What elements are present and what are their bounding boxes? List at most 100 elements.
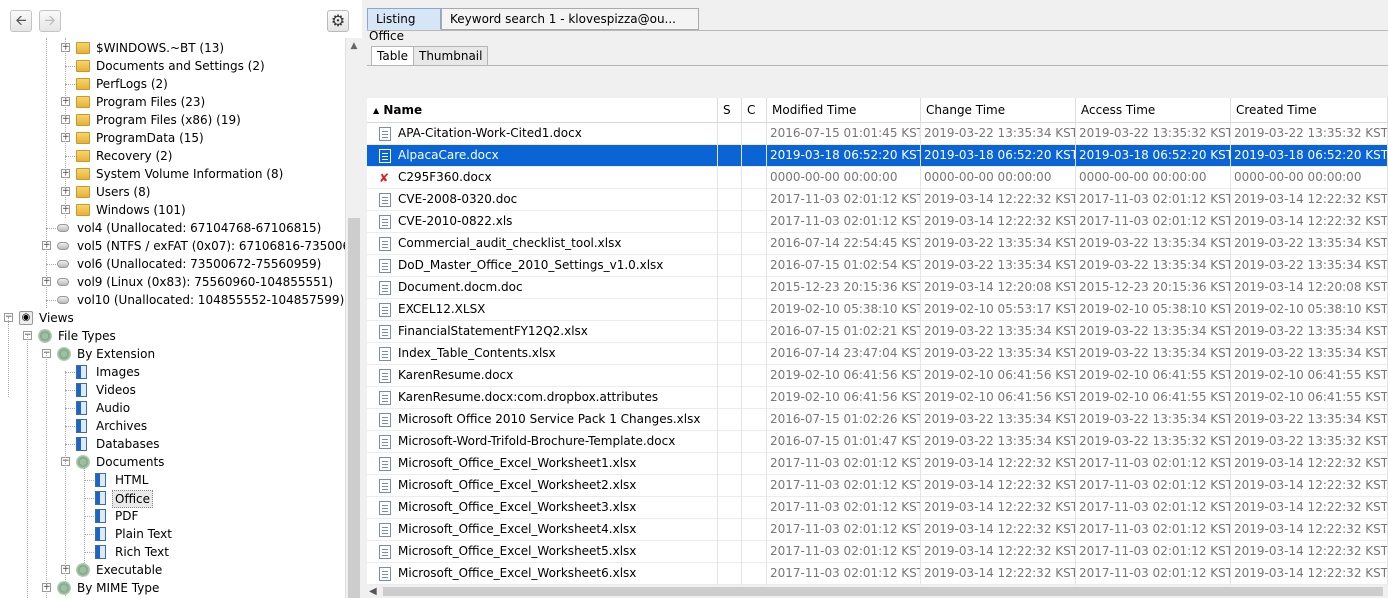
file-name: CVE-2010-0822.xls xyxy=(398,214,513,228)
cell-access-time: 2019-03-22 13:35:34 KST xyxy=(1076,233,1231,255)
table-row[interactable]: CVE-2008-0320.doc 2017-11-03 02:01:12 KST… xyxy=(367,189,1388,211)
tab-table[interactable]: Table xyxy=(371,46,415,66)
cell-c xyxy=(742,145,767,167)
column-header-modified-time[interactable]: Modified Time xyxy=(767,98,921,123)
tree-item[interactable]: Archives xyxy=(0,417,345,435)
tree-item[interactable]: + vol5 (NTFS / exFAT (0x07): 67106816-735… xyxy=(0,237,345,255)
tab-keyword-search[interactable]: Keyword search 1 - klovespizza@ou... xyxy=(441,8,699,30)
table-row-selected[interactable]: AlpacaCare.docx 2019-03-18 06:52:20 KST 20… xyxy=(367,145,1388,167)
column-header-created-time[interactable]: Created Time xyxy=(1231,98,1388,123)
tree-scrollbar-thumb[interactable] xyxy=(348,218,360,598)
file-icon xyxy=(379,545,391,559)
table-row[interactable]: ✘ C295F360.docx 0000-00-00 00:00:00 0000-00… xyxy=(367,167,1388,189)
table-row[interactable]: Microsoft_Office_Excel_Worksheet4.xlsx 20… xyxy=(367,519,1388,541)
column-header-s[interactable]: S xyxy=(718,98,742,123)
table-row[interactable]: Microsoft Office 2010 Service Pack 1 Cha… xyxy=(367,409,1388,431)
tree-item[interactable]: − By Extension xyxy=(0,345,345,363)
table-row[interactable]: KarenResume.docx 2019-02-10 06:41:56 KST 2… xyxy=(367,365,1388,387)
tree-item[interactable]: + Program Files (x86) (19) xyxy=(0,111,345,129)
folder-icon xyxy=(76,150,90,162)
table-row[interactable]: APA-Citation-Work-Cited1.docx 2016-07-15 … xyxy=(367,123,1388,145)
tree-item[interactable]: Rich Text xyxy=(0,543,345,561)
tree-item[interactable]: + ProgramData (15) xyxy=(0,129,345,147)
tree-item-label: Images xyxy=(96,365,140,379)
tree-item[interactable]: Documents and Settings (2) xyxy=(0,57,345,75)
tree-item[interactable]: Databases xyxy=(0,435,345,453)
scroll-up-arrow-icon[interactable]: ▲ xyxy=(346,38,362,54)
table-row[interactable]: Document.docm.doc 2015-12-23 20:15:36 KST… xyxy=(367,277,1388,299)
tree-item[interactable]: − Documents xyxy=(0,453,345,471)
cell-modified-time: 2016-07-15 01:02:21 KST xyxy=(767,321,921,343)
cell-access-time: 2017-11-03 02:01:12 KST xyxy=(1076,563,1231,585)
table-row[interactable]: KarenResume.docx:com.dropbox.attributes 2… xyxy=(367,387,1388,409)
left-pane: 🡨 🡪 ⚙ + $WINDOWS.~BT (13) Documents and Se… xyxy=(0,0,362,598)
tree-item[interactable]: vol4 (Unallocated: 67104768-67106815) xyxy=(0,219,345,237)
cell-name: DoD_Master_Office_2010_Settings_v1.0.xls… xyxy=(367,255,718,277)
cell-access-time: 2019-03-22 13:35:32 KST xyxy=(1076,123,1231,145)
table-row[interactable]: CVE-2010-0822.xls 2017-11-03 02:01:12 KST… xyxy=(367,211,1388,233)
left-toolbar: 🡨 🡪 ⚙ xyxy=(0,0,362,40)
table-row[interactable]: Microsoft_Office_Excel_Worksheet6.xlsx 20… xyxy=(367,563,1388,585)
tree-connector xyxy=(84,516,94,517)
table-row[interactable]: Index_Table_Contents.xlsx 2016-07-14 23:4… xyxy=(367,343,1388,365)
tree-item[interactable]: + Program Files (23) xyxy=(0,93,345,111)
tree-item[interactable]: − ◉ Views xyxy=(0,309,345,327)
file-name: Microsoft_Office_Excel_Worksheet2.xlsx xyxy=(398,478,637,492)
cell-created-time: 2019-03-14 12:22:32 KST xyxy=(1231,475,1388,497)
table-row[interactable]: FinancialStatementFY12Q2.xlsx 2016-07-15 … xyxy=(367,321,1388,343)
gear-icon[interactable]: ⚙ xyxy=(327,10,349,32)
table-row[interactable]: Commercial_audit_checklist_tool.xlsx 2016… xyxy=(367,233,1388,255)
tree-item[interactable]: + System Volume Information (8) xyxy=(0,165,345,183)
tree-item[interactable]: PerfLogs (2) xyxy=(0,75,345,93)
cell-change-time: 2019-03-14 12:22:32 KST xyxy=(921,453,1076,475)
tree-item[interactable]: + $WINDOWS.~BT (13) xyxy=(0,39,345,57)
table-horizontal-scrollbar[interactable]: ◀ xyxy=(367,585,1388,598)
table-row[interactable]: Microsoft_Office_Excel_Worksheet3.xlsx 20… xyxy=(367,497,1388,519)
tab-listing[interactable]: Listing xyxy=(367,8,441,30)
cell-modified-time: 2016-07-14 22:54:45 KST xyxy=(767,233,921,255)
column-header-access-time[interactable]: Access Time xyxy=(1076,98,1231,123)
tree-item[interactable]: Images xyxy=(0,363,345,381)
folder-icon xyxy=(76,114,90,126)
tree-item[interactable]: Plain Text xyxy=(0,525,345,543)
tree-item[interactable]: PDF xyxy=(0,507,345,525)
tree-item[interactable]: HTML xyxy=(0,471,345,489)
tree-item[interactable]: + By MIME Type xyxy=(0,579,345,597)
tree-item[interactable]: + Executable xyxy=(0,561,345,579)
tree-item-label: $WINDOWS.~BT (13) xyxy=(96,41,225,55)
table-row[interactable]: Microsoft_Office_Excel_Worksheet1.xlsx 20… xyxy=(367,453,1388,475)
tree-item[interactable]: vol10 (Unallocated: 104855552-104857599) xyxy=(0,291,345,309)
tree-item[interactable]: Videos xyxy=(0,381,345,399)
cell-created-time: 2019-02-10 05:38:10 KST xyxy=(1231,299,1388,321)
tree-item[interactable]: Office xyxy=(0,489,345,508)
tab-thumbnail[interactable]: Thumbnail xyxy=(413,46,489,66)
forward-arrow-icon[interactable]: 🡪 xyxy=(39,10,61,32)
cell-change-time: 2019-03-22 13:35:34 KST xyxy=(921,255,1076,277)
tree-item[interactable]: + vol9 (Linux (0x83): 75560960-104855551) xyxy=(0,273,345,291)
scroll-left-arrow-icon[interactable]: ◀ xyxy=(369,585,377,598)
table-row[interactable]: DoD_Master_Office_2010_Settings_v1.0.xls… xyxy=(367,255,1388,277)
column-header-name[interactable]: ▲ Name xyxy=(367,98,718,123)
column-header-change-time[interactable]: Change Time xyxy=(921,98,1076,123)
cell-access-time: 2019-03-18 06:52:20 KST xyxy=(1076,145,1231,167)
table-row[interactable]: EXCEL12.XLSX 2019-02-10 05:38:10 KST 2019-… xyxy=(367,299,1388,321)
file-name: Microsoft_Office_Excel_Worksheet5.xlsx xyxy=(398,544,637,558)
cell-created-time: 2019-03-22 13:35:34 KST xyxy=(1231,321,1388,343)
table-row[interactable]: Microsoft_Office_Excel_Worksheet5.xlsx 20… xyxy=(367,541,1388,563)
cell-name: Document.docm.doc xyxy=(367,277,718,299)
back-arrow-icon[interactable]: 🡨 xyxy=(10,10,32,32)
tree-connector xyxy=(46,300,56,301)
tree-item[interactable]: + Users (8) xyxy=(0,183,345,201)
tree-item[interactable]: Audio xyxy=(0,399,345,417)
tree-item[interactable]: Recovery (2) xyxy=(0,147,345,165)
tree-item[interactable]: + Windows (101) xyxy=(0,201,345,219)
tree-scrollbar[interactable]: ▲ xyxy=(345,38,362,598)
cell-access-time: 2017-11-03 02:01:12 KST xyxy=(1076,541,1231,563)
tree-item[interactable]: − File Types xyxy=(0,327,345,345)
horizontal-scrollbar-thumb[interactable] xyxy=(383,587,1383,596)
table-row[interactable]: Microsoft_Office_Excel_Worksheet2.xlsx 20… xyxy=(367,475,1388,497)
tree-item-label: Audio xyxy=(96,401,131,415)
column-header-c[interactable]: C xyxy=(742,98,767,123)
table-row[interactable]: Microsoft-Word-Trifold-Brochure-Template… xyxy=(367,431,1388,453)
tree-item[interactable]: vol6 (Unallocated: 73500672-75560959) xyxy=(0,255,345,273)
